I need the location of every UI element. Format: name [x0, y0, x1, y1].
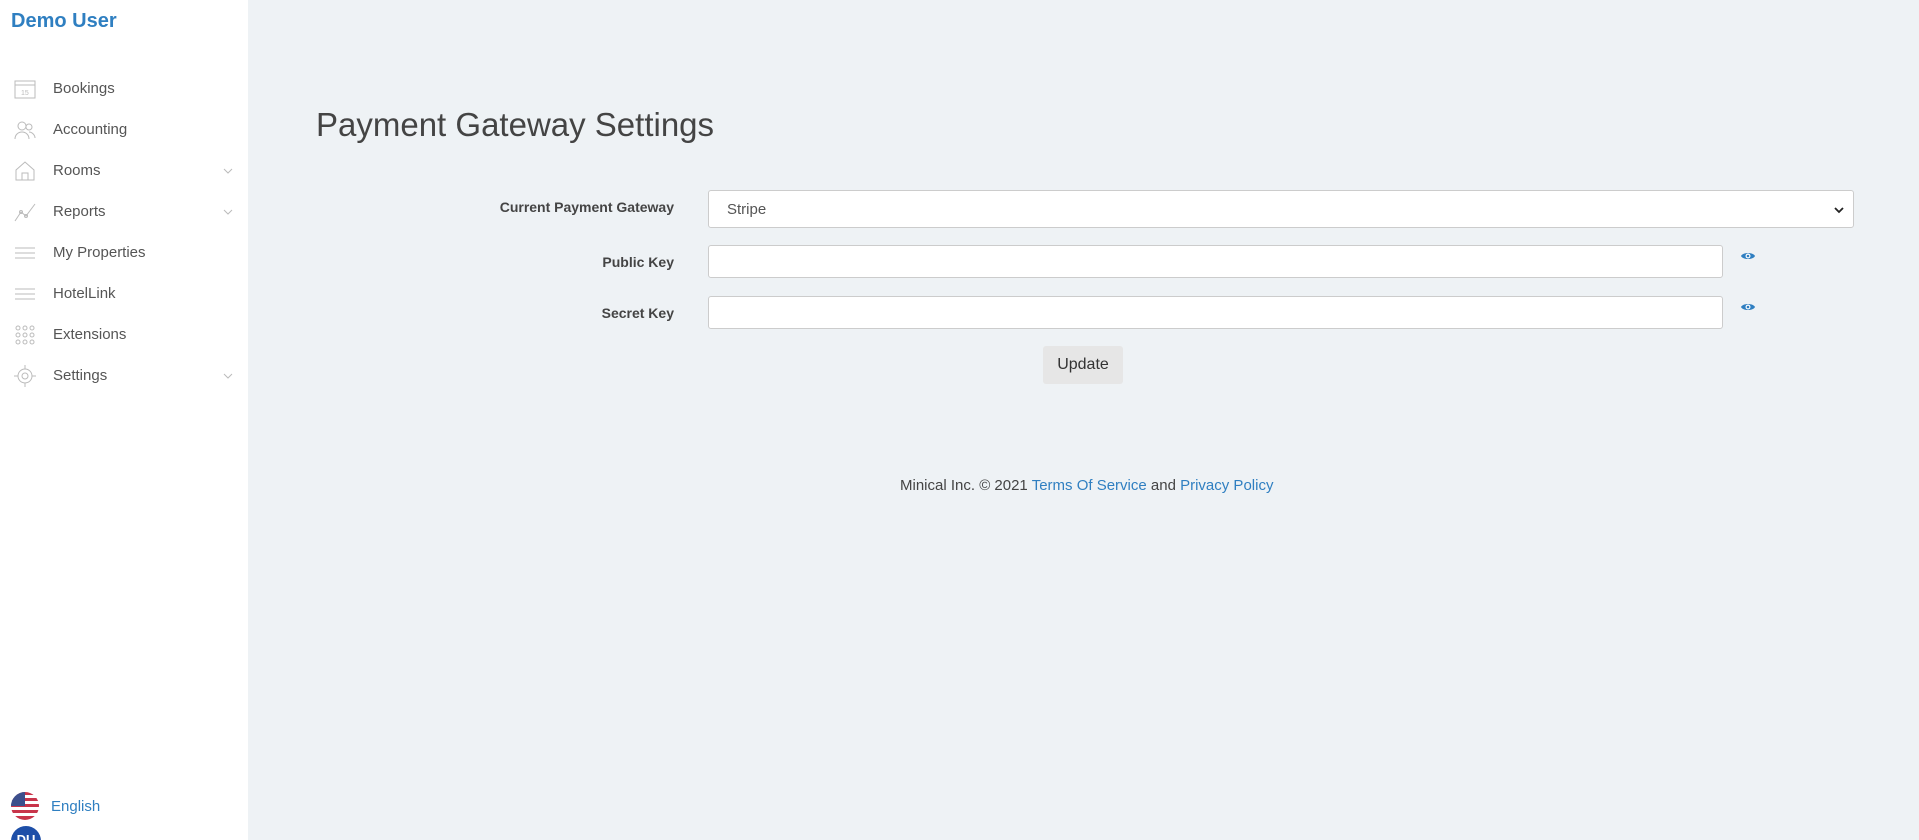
sidebar-item-label: Settings	[53, 367, 108, 384]
eye-icon[interactable]	[1740, 250, 1756, 262]
home-icon	[13, 159, 37, 183]
users-icon	[13, 118, 37, 142]
terms-of-service-link[interactable]: Terms Of Service	[1032, 477, 1147, 494]
sidebar-item-label: Rooms	[53, 162, 101, 179]
update-button[interactable]: Update	[1043, 346, 1123, 384]
footer: Minical Inc. © 2021 Terms Of Service and…	[900, 477, 1273, 494]
sidebar-item-label: HotelLink	[53, 285, 116, 302]
sidebar-item-rooms[interactable]: Rooms	[0, 150, 248, 191]
sidebar-item-settings[interactable]: Settings	[0, 355, 248, 396]
brand-name[interactable]: Demo User	[11, 10, 117, 33]
list-icon	[13, 241, 37, 265]
footer-and-text: and	[1150, 477, 1176, 494]
public-key-label: Public Key	[602, 254, 674, 270]
sidebar-item-label: Extensions	[53, 326, 127, 343]
eye-icon[interactable]	[1740, 301, 1756, 313]
secret-key-label: Secret Key	[601, 305, 674, 321]
page-title: Payment Gateway Settings	[316, 106, 715, 143]
list-icon	[13, 282, 37, 306]
payment-gateway-selected: Stripe	[727, 200, 767, 218]
main-content: Payment Gateway Settings Current Payment…	[248, 0, 1919, 840]
svg-text:15: 15	[21, 90, 29, 97]
chevron-down-icon	[223, 209, 233, 215]
sidebar-item-extensions[interactable]: Extensions	[0, 314, 248, 355]
privacy-policy-link[interactable]: Privacy Policy	[1180, 477, 1273, 494]
sidebar-item-bookings[interactable]: 15 Bookings	[0, 68, 248, 109]
chart-line-icon	[13, 200, 37, 224]
calendar-icon: 15	[13, 77, 37, 101]
sidebar: Demo User 15 Bookings Accounting Rooms R…	[0, 0, 248, 840]
grid-icon	[13, 323, 37, 347]
payment-gateway-label: Current Payment Gateway	[499, 199, 674, 215]
sidebar-item-my-properties[interactable]: My Properties	[0, 232, 248, 273]
avatar[interactable]: DU	[11, 826, 41, 840]
sidebar-item-hotellink[interactable]: HotelLink	[0, 273, 248, 314]
language-label[interactable]: English	[51, 798, 100, 815]
payment-gateway-select[interactable]: Stripe	[708, 190, 1854, 228]
sidebar-item-accounting[interactable]: Accounting	[0, 109, 248, 150]
secret-key-input[interactable]	[708, 296, 1723, 329]
sidebar-item-label: Reports	[53, 203, 106, 220]
gear-icon	[13, 364, 37, 388]
chevron-down-icon	[1834, 207, 1844, 214]
public-key-input[interactable]	[708, 245, 1723, 278]
sidebar-item-label: Accounting	[53, 121, 128, 138]
sidebar-item-reports[interactable]: Reports	[0, 191, 248, 232]
chevron-down-icon	[223, 373, 233, 379]
sidebar-item-label: Bookings	[53, 80, 115, 97]
language-selector[interactable]: English	[11, 792, 100, 820]
app: Demo User 15 Bookings Accounting Rooms R…	[0, 0, 1919, 840]
us-flag-icon	[11, 792, 39, 820]
sidebar-item-label: My Properties	[53, 244, 146, 261]
copyright-text: Minical Inc. © 2021	[900, 477, 1028, 494]
sidebar-nav: 15 Bookings Accounting Rooms Reports My …	[0, 68, 248, 396]
chevron-down-icon	[223, 168, 233, 174]
